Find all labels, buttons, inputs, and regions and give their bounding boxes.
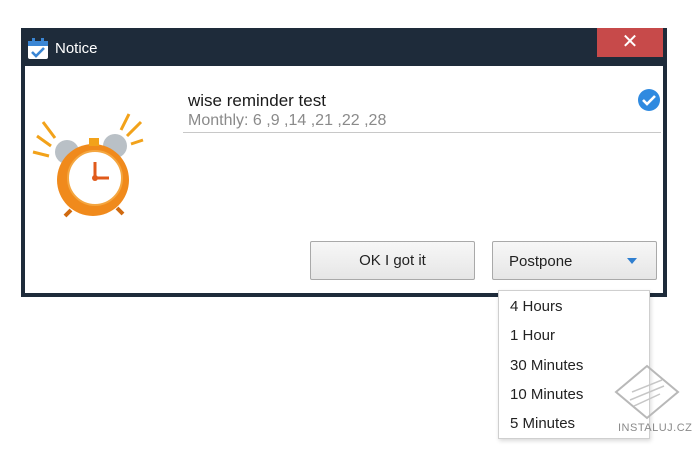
caret-down-icon	[627, 258, 637, 264]
notice-body: wise reminder test Monthly: 6 ,9 ,14 ,21…	[25, 66, 663, 293]
postpone-dropdown[interactable]: Postpone	[492, 241, 657, 280]
menu-item-10-minutes[interactable]: 10 Minutes	[510, 386, 583, 403]
titlebar[interactable]: Notice ✕	[21, 28, 667, 66]
close-icon: ✕	[621, 31, 639, 53]
check-circle-icon	[638, 89, 660, 111]
reminder-schedule: Monthly: 6 ,9 ,14 ,21 ,22 ,28	[188, 112, 387, 129]
window-title: Notice	[55, 40, 98, 57]
menu-item-30-minutes[interactable]: 30 Minutes	[510, 357, 583, 374]
calendar-check-icon	[28, 38, 48, 59]
alarm-clock-icon	[32, 113, 144, 218]
menu-item-5-minutes[interactable]: 5 Minutes	[510, 415, 575, 432]
divider	[183, 132, 661, 133]
watermark-text: INSTALUJ.CZ	[618, 422, 693, 434]
close-button[interactable]: ✕	[597, 28, 663, 57]
ok-button[interactable]: OK I got it	[310, 241, 475, 280]
notice-window: Notice ✕ wise reminder test Monthly: 6 ,…	[21, 28, 667, 297]
reminder-title: wise reminder test	[188, 91, 326, 110]
postpone-label: Postpone	[509, 253, 573, 270]
menu-item-4-hours[interactable]: 4 Hours	[510, 298, 563, 315]
menu-item-1-hour[interactable]: 1 Hour	[510, 327, 555, 344]
watermark-logo	[614, 364, 680, 420]
